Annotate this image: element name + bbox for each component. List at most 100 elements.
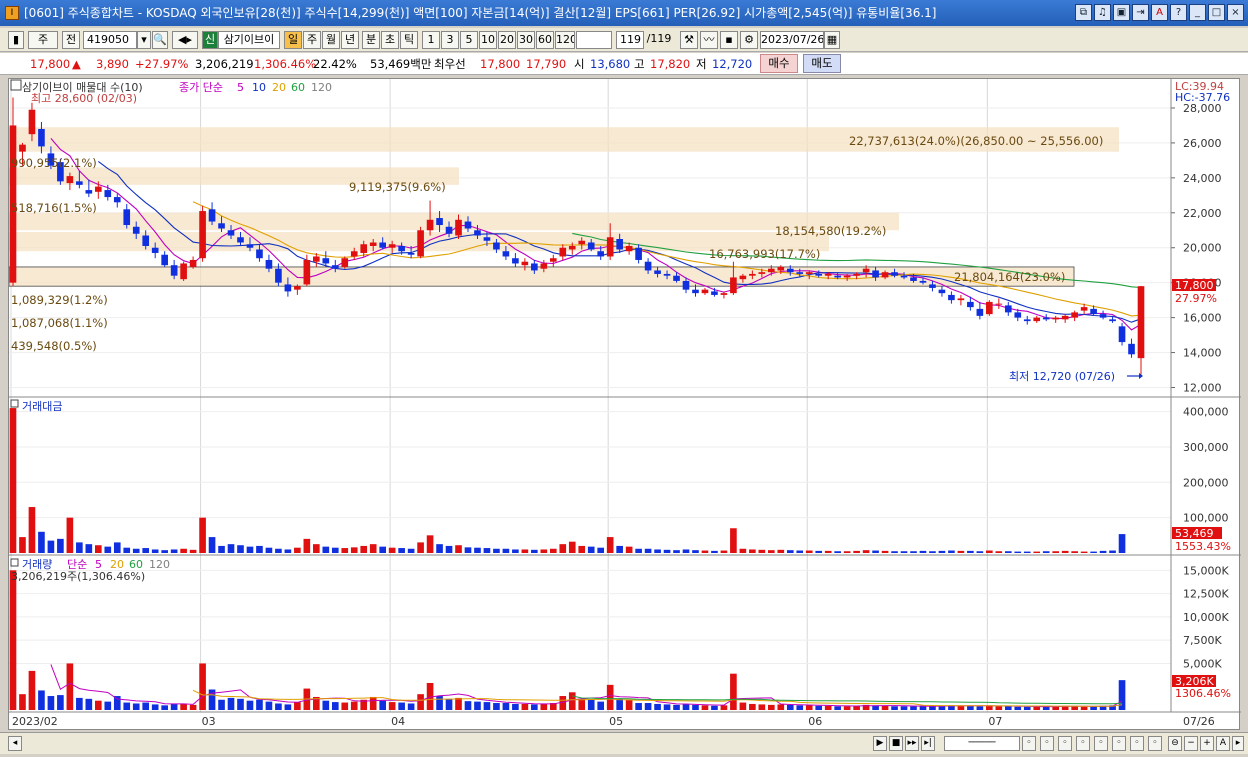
volume-bar [1023,706,1031,710]
send-button[interactable]: ⇥ [1132,4,1149,21]
volume-bar [682,703,690,710]
candle-body [38,128,45,147]
scroll-left-icon[interactable]: ◂ [8,736,22,751]
zoom-out-icon[interactable]: ⊖ [1168,736,1182,751]
tool-8-icon[interactable]: ◦ [1148,736,1162,751]
amount-bar [692,550,699,553]
price-tick-label: 26,000 [1183,137,1222,150]
code-dropdown-icon[interactable]: ▾ [137,31,151,49]
speaker-icon[interactable]: ◀▸ [172,31,198,49]
chart-area[interactable]: 2023/02 03 04 05 06 07 07/26 12,000 14,000 16,000… [8,78,1241,731]
layout-button[interactable]: ▣ [1113,4,1130,21]
pin-icon[interactable]: ▮ [8,31,24,49]
interval-20-button[interactable]: 20 [498,31,516,49]
tool-6-icon[interactable]: ◦ [1112,736,1126,751]
amount-bar [47,540,55,553]
amount-bar [256,545,263,553]
volume-bar [1080,706,1088,710]
amount-bar [635,548,642,553]
x-tick-label: 03 [202,715,216,728]
amount-bar [94,545,102,553]
tool-5-icon[interactable]: ◦ [1094,736,1108,751]
custom-interval-input[interactable] [576,31,612,49]
sell-button[interactable]: 매도 [803,54,841,73]
maximize-button[interactable]: □ [1208,4,1225,21]
volume-bar [635,703,642,710]
quote-bar: 17,800 ▲ 3,890 +27.97% 3,206,219 1,306.4… [0,53,1248,75]
x-tick-label: 07 [988,715,1002,728]
interval-120-button[interactable]: 120 [555,31,575,49]
play-icon[interactable]: ▶ [873,736,887,751]
amount-bar [1080,551,1088,553]
calendar-icon[interactable]: ▦ [824,31,840,49]
amount-bar [161,550,168,553]
plus-icon[interactable]: + [1200,736,1214,751]
candle-body [881,272,889,278]
line-tool-icon[interactable]: 〰 [700,31,718,49]
candle-body [1014,312,1022,318]
candle-body [910,277,917,281]
sound-button[interactable]: ♫ [1094,4,1111,21]
font-size-icon[interactable]: A [1216,736,1230,751]
period-day-button[interactable]: 일 [284,31,302,49]
candle-body [682,280,690,290]
save-icon[interactable]: ▪ [720,31,738,49]
interval-1-button[interactable]: 1 [422,31,440,49]
period-type-select[interactable]: 주 [28,31,58,49]
interval-30-button[interactable]: 30 [517,31,535,49]
low-label: 저 [696,57,707,71]
volume-bar [218,699,225,710]
candle-body [720,293,728,295]
tool-1-icon[interactable]: ◦ [1022,736,1036,751]
minimize-button[interactable]: _ [1189,4,1206,21]
volume-bar [388,702,396,710]
amount-bar [929,551,936,553]
tool-7-icon[interactable]: ◦ [1130,736,1144,751]
prev-button[interactable]: 전 [62,31,80,49]
link-window-button[interactable]: ⧉ [1075,4,1092,21]
stock-code-input[interactable]: 419050 [83,31,137,49]
stock-chart-svg[interactable]: 2023/02 03 04 05 06 07 07/26 12,000 14,000 16,000… [8,79,1241,731]
tool-4-icon[interactable]: ◦ [1076,736,1090,751]
gear-icon[interactable]: ⚙ [740,31,758,49]
interval-5-button[interactable]: 5 [460,31,478,49]
ma10-label: 10 [252,81,266,94]
minus-icon[interactable]: − [1184,736,1198,751]
period-month-button[interactable]: 월 [322,31,340,49]
volume-bar [199,663,206,710]
period-minute-button[interactable]: 분 [362,31,380,49]
candle-body [730,277,737,294]
help-button[interactable]: ? [1170,4,1187,21]
step-icon[interactable]: ▸▸ [905,736,919,751]
amount-bar [493,548,500,553]
scroll-right-icon[interactable]: ▸ [1232,736,1244,751]
period-year-button[interactable]: 년 [341,31,359,49]
calendar-icon[interactable] [10,79,22,91]
period-tick-button[interactable]: 틱 [400,31,418,49]
amount-bar [502,548,510,553]
candle-body [986,301,993,315]
date-input[interactable]: 2023/07/26 [760,31,824,49]
zoom-slider[interactable]: ───── [944,736,1020,751]
stop-icon[interactable]: ■ [889,736,903,751]
price-legend-ma: 종가 단순 [179,81,223,94]
search-icon[interactable]: 🔍 [152,31,168,49]
tool-2-icon[interactable]: ◦ [1040,736,1054,751]
tool-icon[interactable]: ⚒ [680,31,698,49]
interval-3-button[interactable]: 3 [441,31,459,49]
candle-body [967,301,974,308]
period-second-button[interactable]: 초 [381,31,399,49]
buy-button[interactable]: 매수 [760,54,798,73]
end-icon[interactable]: ▸| [921,736,935,751]
close-button[interactable]: × [1227,4,1244,21]
interval-10-button[interactable]: 10 [479,31,497,49]
amount-bar [824,550,832,553]
volume-bar [768,704,775,710]
tool-3-icon[interactable]: ◦ [1058,736,1072,751]
period-week-button[interactable]: 주 [303,31,321,49]
interval-60-button[interactable]: 60 [536,31,554,49]
font-button[interactable]: A [1151,4,1168,21]
stock-name-field[interactable]: 삼기이브이 [218,31,280,49]
amount-bar [881,550,889,553]
count-input[interactable]: 119 [616,31,644,49]
